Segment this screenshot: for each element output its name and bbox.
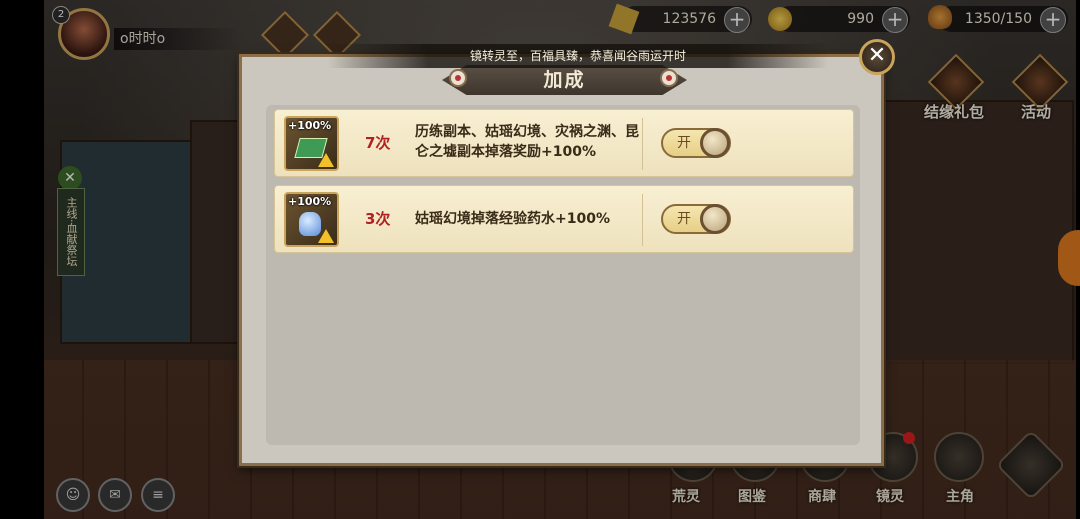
toggle-label: 开 bbox=[677, 135, 691, 151]
bonus-description: 历练副本、姑瑶幻境、灾祸之渊、昆仑之墟副本掉落奖励+100% bbox=[415, 124, 639, 160]
bonus-dialog: 加成 +100% 7次 历练副本、姑瑶幻境、灾祸之渊、昆仑之墟副本掉落奖励+10… bbox=[239, 54, 884, 466]
dialog-title: 加成 bbox=[543, 69, 586, 91]
dialog-title-plate: 加成 bbox=[442, 65, 687, 95]
bonus-description: 姑瑶幻境掉落经验药水+100% bbox=[415, 211, 610, 227]
reward-boost-icon: +100% bbox=[284, 116, 339, 171]
bonus-toggle[interactable]: 开 bbox=[661, 128, 731, 158]
toggle-knob bbox=[700, 204, 730, 234]
row-divider bbox=[642, 194, 643, 246]
title-ornament-right-icon bbox=[660, 69, 678, 87]
bonus-row: +100% 7次 历练副本、姑瑶幻境、灾祸之渊、昆仑之墟副本掉落奖励+100% … bbox=[274, 109, 854, 177]
title-ornament-left-icon bbox=[449, 69, 467, 87]
exp-potion-boost-icon: +100% bbox=[284, 192, 339, 247]
row-divider bbox=[642, 118, 643, 170]
close-dialog-button[interactable]: ✕ bbox=[859, 39, 895, 75]
bonus-row: +100% 3次 姑瑶幻境掉落经验药水+100% 开 bbox=[274, 185, 854, 253]
bonus-badge: +100% bbox=[288, 119, 332, 132]
toggle-knob bbox=[700, 128, 730, 158]
announcement-marquee: 镜转灵至，百福具臻，恭喜闻谷雨运开时 bbox=[328, 44, 828, 68]
bonus-count: 7次 bbox=[365, 134, 391, 152]
bonus-count: 3次 bbox=[365, 210, 391, 228]
toggle-label: 开 bbox=[677, 211, 691, 227]
bonus-badge: +100% bbox=[288, 195, 332, 208]
bonus-toggle[interactable]: 开 bbox=[661, 204, 731, 234]
